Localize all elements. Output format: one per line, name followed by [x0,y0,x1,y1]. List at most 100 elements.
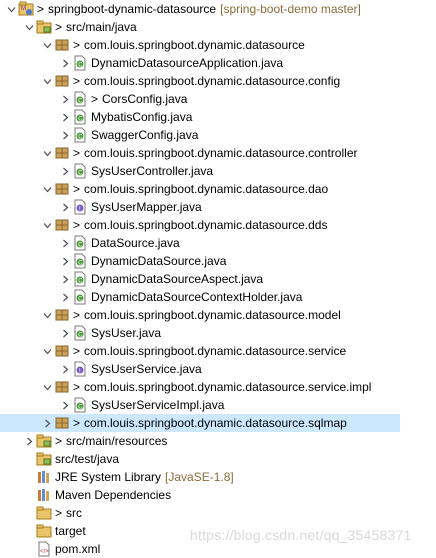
tree-item[interactable]: C DataSource.java [0,234,180,252]
tree-item[interactable]: Maven Dependencies [0,486,171,504]
tree-item[interactable]: > src [0,504,82,522]
tree-item[interactable]: > com.louis.springboot.dynamic.datasource… [0,342,346,360]
library-icon [36,487,52,503]
tree-item[interactable]: C DynamicDataSourceAspect.java [0,270,263,288]
git-change-marker: > [73,416,81,430]
tree-item[interactable]: > com.louis.springboot.dynamic.datasource… [0,378,371,396]
expand-chevron-down-icon[interactable] [40,36,54,54]
collapse-chevron-right-icon[interactable] [58,108,72,126]
tree-item-label: src/test/java [55,452,120,466]
collapse-chevron-right-icon[interactable] [58,252,72,270]
tree-item[interactable]: C DynamicDataSource.java [0,252,226,270]
git-change-marker: > [73,308,81,322]
collapse-chevron-right-icon[interactable] [58,126,72,144]
tree-item-label: com.louis.springboot.dynamic.datasource.… [84,308,341,322]
tree-item[interactable]: JRE System Library [JavaSE-1.8] [0,468,234,486]
tree-item-label: com.louis.springboot.dynamic.datasource.… [84,416,347,430]
expand-chevron-down-icon[interactable] [22,18,36,36]
tree-item[interactable]: C > CorsConfig.java [0,90,187,108]
folder-icon [36,505,52,521]
git-change-marker: > [73,182,81,196]
library-icon [36,469,52,485]
collapse-chevron-right-icon[interactable] [58,162,72,180]
tree-item[interactable]: I SysUserMapper.java [0,198,202,216]
collapse-chevron-right-icon[interactable] [22,432,36,450]
git-change-marker: > [55,20,63,34]
expand-chevron-down-icon[interactable] [40,72,54,90]
tree-item-label: src/main/resources [66,434,168,448]
git-change-marker: > [73,38,81,52]
tree-item[interactable]: C DynamicDatasourceApplication.java [0,54,283,72]
git-change-marker: > [37,2,45,16]
java-file-icon: C [72,289,88,305]
expand-chevron-down-icon[interactable] [40,342,54,360]
tree-item[interactable]: C SwaggerConfig.java [0,126,198,144]
tree-item[interactable]: </> pom.xml [0,540,100,558]
tree-item[interactable]: C SysUser.java [0,324,161,342]
collapse-chevron-right-icon[interactable] [40,414,54,432]
expand-chevron-down-icon[interactable] [40,144,54,162]
package-icon [54,217,70,233]
tree-item[interactable]: > com.louis.springboot.dynamic.datasource… [0,414,400,432]
collapse-chevron-right-icon[interactable] [58,54,72,72]
tree-item-label: com.louis.springboot.dynamic.datasource [84,38,305,52]
tree-item-label: SysUserController.java [91,164,214,178]
tree-item[interactable]: C DynamicDataSourceContextHolder.java [0,288,302,306]
tree-item[interactable]: > com.louis.springboot.dynamic.datasource… [0,180,328,198]
tree-item-label: JRE System Library [55,470,162,484]
java-file-icon: C [72,55,88,71]
tree-item[interactable]: > src/main/java [0,18,137,36]
tree-item-label: com.louis.springboot.dynamic.datasource.… [84,380,372,394]
tree-item-label: src/main/java [66,20,137,34]
tree-item[interactable]: > com.louis.springboot.dynamic.datasource… [0,144,357,162]
source-folder-icon [36,19,52,35]
tree-item-label: SwaggerConfig.java [91,128,199,142]
collapse-chevron-right-icon[interactable] [58,396,72,414]
expand-chevron-down-icon[interactable] [40,216,54,234]
java-file-icon: C [72,253,88,269]
tree-item[interactable]: M > springboot-dynamic-datasource [spring-b… [0,0,361,18]
tree-item-label: MybatisConfig.java [91,110,193,124]
tree-item[interactable]: target [0,522,86,540]
tree-item-label: Maven Dependencies [55,488,172,502]
tree-item-label: DynamicDataSourceAspect.java [91,272,264,286]
expand-chevron-down-icon[interactable] [4,0,18,18]
tree-item-label: DynamicDataSourceContextHolder.java [91,290,303,304]
collapse-chevron-right-icon[interactable] [58,324,72,342]
expand-chevron-down-icon[interactable] [40,180,54,198]
tree-item-label: com.louis.springboot.dynamic.datasource.… [84,218,328,232]
package-icon [54,181,70,197]
java-file-icon: C [72,325,88,341]
java-file-icon: C [72,91,88,107]
tree-item-label: com.louis.springboot.dynamic.datasource.… [84,182,329,196]
expand-chevron-down-icon[interactable] [40,378,54,396]
collapse-chevron-right-icon[interactable] [58,90,72,108]
tree-item[interactable]: > com.louis.springboot.dynamic.datasource [0,36,305,54]
git-change-marker: > [55,506,63,520]
git-change-marker: > [73,74,81,88]
svg-text:C: C [78,242,83,248]
watermark: https://blog.csdn.net/qq_35458371 [190,527,412,543]
svg-text:</>: </> [40,549,49,555]
tree-item[interactable]: > com.louis.springboot.dynamic.datasource… [0,72,340,90]
java-file-icon: C [72,397,88,413]
tree-item[interactable]: C SysUserController.java [0,162,213,180]
tree-item[interactable]: > src/main/resources [0,432,167,450]
tree-item[interactable]: C MybatisConfig.java [0,108,192,126]
tree-item[interactable]: > com.louis.springboot.dynamic.datasource… [0,216,327,234]
expand-chevron-down-icon[interactable] [40,306,54,324]
collapse-chevron-right-icon[interactable] [58,234,72,252]
tree-item[interactable]: I SysUserService.java [0,360,202,378]
collapse-chevron-right-icon[interactable] [58,360,72,378]
git-change-marker: > [73,344,81,358]
tree-item[interactable]: C SysUserServiceImpl.java [0,396,224,414]
tree-item-label: DynamicDatasourceApplication.java [91,56,284,70]
tree-item[interactable]: src/test/java [0,450,119,468]
tree-item[interactable]: > com.louis.springboot.dynamic.datasource… [0,306,341,324]
collapse-chevron-right-icon[interactable] [58,270,72,288]
collapse-chevron-right-icon[interactable] [58,288,72,306]
collapse-chevron-right-icon[interactable] [58,198,72,216]
package-icon [54,73,70,89]
source-folder-icon [36,433,52,449]
git-change-marker: > [73,146,81,160]
